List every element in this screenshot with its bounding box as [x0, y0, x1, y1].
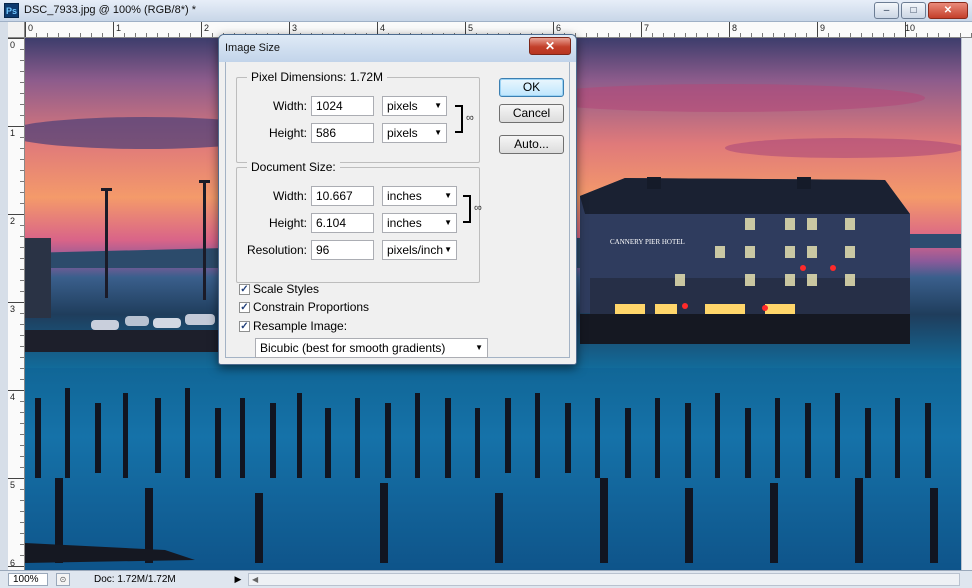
ruler-label: 3 — [292, 23, 298, 33]
doc-width-unit-select[interactable]: inches ▼ — [382, 186, 457, 206]
ruler-label: 2 — [204, 23, 210, 33]
zoom-toggle-icon[interactable]: ⊙ — [56, 573, 70, 586]
image-size-dialog: Image Size ✕ Pixel Dimensions: 1.72M Wid… — [218, 34, 577, 365]
dialog-body: Pixel Dimensions: 1.72M Width: 1024 pixe… — [225, 62, 570, 358]
dropdown-arrow-icon: ▼ — [444, 218, 452, 227]
pixel-width-unit-select[interactable]: pixels ▼ — [382, 96, 447, 116]
resolution-label: Resolution: — [246, 243, 307, 257]
chain-link-icon: ∞ — [466, 112, 474, 124]
dropdown-arrow-icon: ▼ — [434, 128, 442, 137]
doc-width-input[interactable]: 10.667 — [311, 186, 374, 206]
constrain-proportions-checkbox[interactable]: ✓ — [239, 302, 250, 313]
close-window-button[interactable]: ✕ — [928, 2, 968, 19]
doc-height-label: Height: — [268, 216, 307, 230]
chain-link-icon: ∞ — [474, 202, 482, 214]
pixel-width-unit: pixels — [387, 99, 418, 113]
ruler-label: 2 — [10, 216, 16, 226]
photoshop-icon: Ps — [4, 3, 19, 18]
ruler-label: 10 — [905, 23, 916, 33]
window-controls: – □ ✕ — [874, 2, 968, 19]
ruler-origin[interactable] — [8, 22, 25, 38]
scale-styles-label: Scale Styles — [253, 282, 320, 296]
resample-image-checkbox-row[interactable]: ✓ Resample Image: — [239, 320, 347, 335]
cancel-button[interactable]: Cancel — [499, 104, 564, 123]
ruler-label: 6 — [556, 23, 562, 33]
ruler-label: 5 — [10, 480, 16, 490]
resolution-input[interactable]: 96 — [311, 240, 374, 260]
doc-width-label: Width: — [272, 189, 307, 203]
maximize-button[interactable]: □ — [901, 2, 926, 19]
resample-image-label: Resample Image: — [253, 319, 348, 333]
zoom-level[interactable]: 100% — [8, 573, 48, 586]
doc-height-unit-select[interactable]: inches ▼ — [382, 213, 457, 233]
minimize-button[interactable]: – — [874, 2, 899, 19]
document-title: DSC_7933.jpg @ 100% (RGB/8*) * — [24, 4, 196, 16]
ruler-label: 4 — [380, 23, 386, 33]
doc-height-unit: inches — [387, 216, 422, 230]
doc-height-input[interactable]: 6.104 — [311, 213, 374, 233]
scale-styles-checkbox[interactable]: ✓ — [239, 284, 250, 295]
left-edge-strip — [0, 22, 8, 570]
ruler-label: 5 — [468, 23, 474, 33]
dropdown-arrow-icon: ▼ — [444, 191, 452, 200]
ruler-label: 7 — [644, 23, 650, 33]
ruler-label: 3 — [10, 304, 16, 314]
pixel-height-unit-select[interactable]: pixels ▼ — [382, 123, 447, 143]
auto-button[interactable]: Auto... — [499, 135, 564, 154]
ruler-label: 1 — [116, 23, 122, 33]
pixel-link-bracket — [455, 105, 463, 133]
ruler-label: 9 — [820, 23, 826, 33]
resample-method-value: Bicubic (best for smooth gradients) — [260, 341, 446, 355]
dropdown-arrow-icon: ▼ — [434, 101, 442, 110]
pixel-height-label: Height: — [268, 126, 307, 140]
constrain-proportions-label: Constrain Proportions — [253, 300, 370, 314]
pixel-height-input[interactable]: 586 — [311, 123, 374, 143]
document-size-info: Doc: 1.72M/1.72M — [94, 574, 176, 585]
horizontal-scrollbar[interactable]: ◀ — [248, 573, 960, 586]
status-menu-arrow-icon[interactable]: ▶ — [232, 573, 244, 586]
scroll-left-icon[interactable]: ◀ — [252, 575, 258, 584]
doc-link-bracket — [463, 195, 471, 223]
constrain-proportions-checkbox-row[interactable]: ✓ Constrain Proportions — [239, 301, 369, 316]
dropdown-arrow-icon: ▼ — [475, 343, 483, 352]
dialog-titlebar[interactable]: Image Size ✕ — [219, 35, 576, 62]
resolution-unit-select[interactable]: pixels/inch ▼ — [382, 240, 457, 260]
resample-image-checkbox[interactable]: ✓ — [239, 321, 250, 332]
vertical-scrollbar[interactable] — [961, 38, 972, 570]
status-bar: 100% ⊙ Doc: 1.72M/1.72M ▶ ◀ — [0, 570, 972, 588]
pixel-dimensions-group: Pixel Dimensions: 1.72M Width: 1024 pixe… — [236, 70, 480, 163]
scale-styles-checkbox-row[interactable]: ✓ Scale Styles — [239, 283, 319, 298]
dialog-close-button[interactable]: ✕ — [529, 37, 571, 55]
hotel-sign: CANNERY PIER HOTEL — [610, 238, 685, 246]
window-titlebar: Ps DSC_7933.jpg @ 100% (RGB/8*) * – □ ✕ — [0, 0, 972, 22]
ruler-label: 6 — [10, 558, 16, 568]
dropdown-arrow-icon: ▼ — [444, 245, 452, 254]
document-size-group: Document Size: Width: 10.667 inches ▼ Hei… — [236, 160, 482, 283]
ruler-label: 4 — [10, 392, 16, 402]
ruler-label: 0 — [10, 40, 16, 50]
ruler-label: 1 — [10, 128, 16, 138]
pixel-dimensions-legend: Pixel Dimensions: 1.72M — [247, 70, 388, 84]
ok-button[interactable]: OK — [499, 78, 564, 97]
ruler-label: 0 — [28, 23, 34, 33]
vertical-ruler[interactable]: 0 1 2 3 4 5 6 — [8, 38, 25, 570]
pixel-width-label: Width: — [272, 99, 307, 113]
dialog-title: Image Size — [225, 42, 281, 54]
document-size-legend: Document Size: — [247, 160, 340, 174]
pixel-width-input[interactable]: 1024 — [311, 96, 374, 116]
ruler-label: 8 — [732, 23, 738, 33]
doc-width-unit: inches — [387, 189, 422, 203]
resolution-unit: pixels/inch — [387, 243, 444, 257]
resample-method-select[interactable]: Bicubic (best for smooth gradients) ▼ — [255, 338, 488, 358]
pixel-height-unit: pixels — [387, 126, 418, 140]
